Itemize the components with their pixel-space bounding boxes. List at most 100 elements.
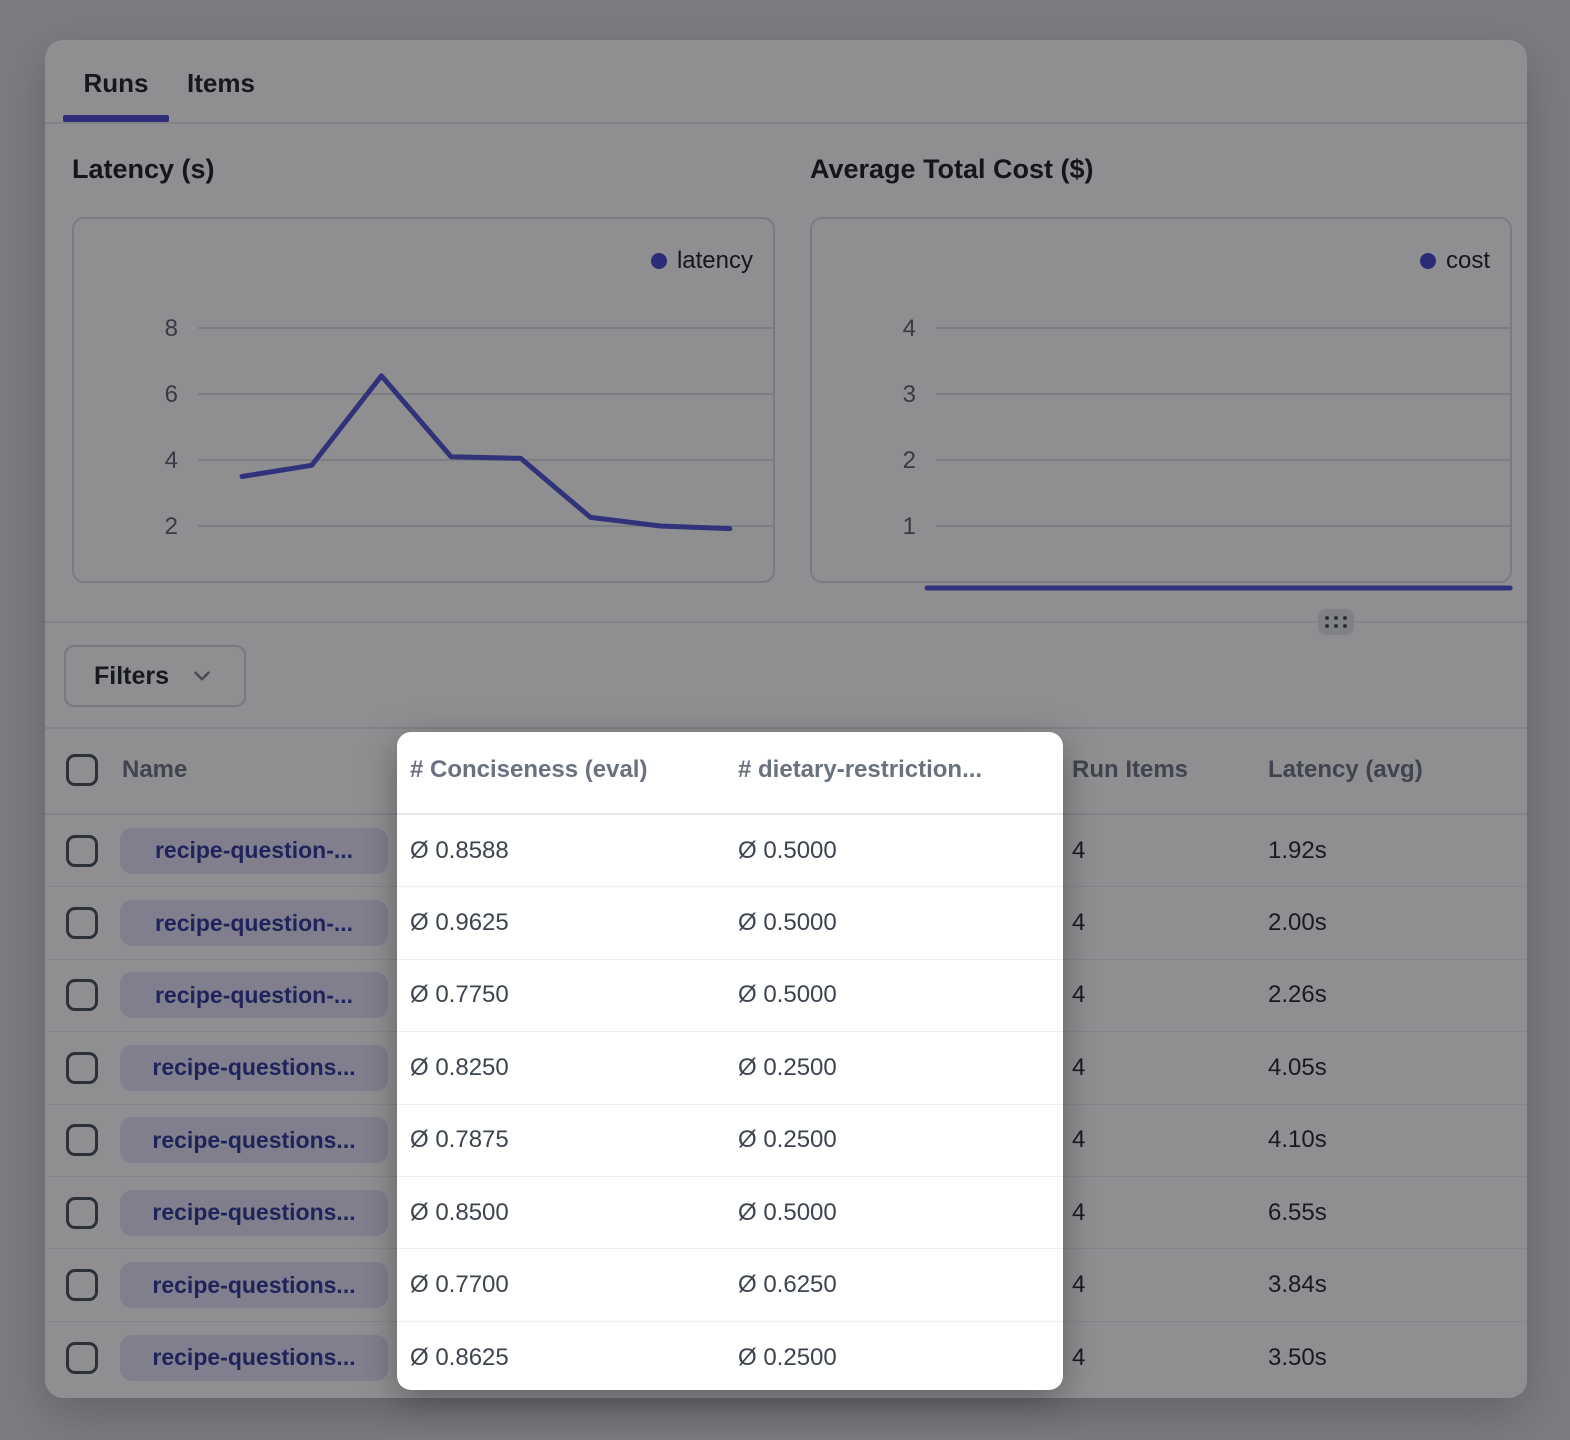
run-name-badge[interactable]: recipe-question-... xyxy=(120,900,388,946)
run-items-column-header: Run Items xyxy=(1072,756,1188,784)
row-checkbox[interactable] xyxy=(66,1342,98,1374)
filters-label: Filters xyxy=(94,662,169,691)
row-checkbox[interactable] xyxy=(66,1052,98,1084)
conciseness-value: Ø 0.9625 xyxy=(410,909,509,937)
run-name-label: recipe-questions... xyxy=(152,1054,355,1081)
cost-chart-title: Average Total Cost ($) xyxy=(810,154,1094,185)
run-items-value: 4 xyxy=(1072,1054,1085,1082)
latency-value: 2.00s xyxy=(1268,909,1327,937)
conciseness-value: Ø 0.7700 xyxy=(410,1271,509,1299)
latency-value: 6.55s xyxy=(1268,1199,1327,1227)
dietary-value: Ø 0.6250 xyxy=(738,1271,837,1299)
run-items-value: 4 xyxy=(1072,837,1085,865)
svg-text:2: 2 xyxy=(903,447,916,474)
dietary-value: Ø 0.5000 xyxy=(738,909,837,937)
run-name-badge[interactable]: recipe-questions... xyxy=(120,1190,388,1236)
conciseness-value: Ø 0.8625 xyxy=(410,1344,509,1372)
run-row[interactable]: recipe-questions... Ø 0.8625 Ø 0.2500 4 … xyxy=(45,1322,1527,1394)
dietary-value: Ø 0.5000 xyxy=(738,981,837,1009)
cost-legend-dot-icon xyxy=(1420,253,1436,269)
latency-chart-title: Latency (s) xyxy=(72,154,215,185)
row-checkbox[interactable] xyxy=(66,1124,98,1156)
conciseness-value: Ø 0.8588 xyxy=(410,837,509,865)
tab-runs[interactable]: Runs xyxy=(63,68,169,99)
run-items-value: 4 xyxy=(1072,909,1085,937)
dietary-value: Ø 0.5000 xyxy=(738,837,837,865)
chevron-down-icon xyxy=(189,663,215,689)
run-name-label: recipe-question-... xyxy=(155,910,353,937)
dietary-value: Ø 0.2500 xyxy=(738,1054,837,1082)
cost-chart-panel: 4 3 2 1 cost xyxy=(810,217,1512,583)
tab-items[interactable]: Items xyxy=(187,68,255,99)
run-name-label: recipe-questions... xyxy=(152,1127,355,1154)
run-row[interactable]: recipe-question-... Ø 0.8588 Ø 0.5000 4 … xyxy=(45,815,1527,887)
latency-value: 3.50s xyxy=(1268,1344,1327,1372)
latency-legend-dot-icon xyxy=(651,253,667,269)
page-background: { "tabs": { "runs": "Runs", "items": "It… xyxy=(0,0,1570,1440)
row-checkbox[interactable] xyxy=(66,835,98,867)
latency-column-header: Latency (avg) xyxy=(1268,756,1423,784)
tab-bar: Runs Items xyxy=(45,40,1527,124)
active-tab-indicator xyxy=(63,115,169,122)
table-body: recipe-question-... Ø 0.8588 Ø 0.5000 4 … xyxy=(45,815,1527,1394)
latency-value: 1.92s xyxy=(1268,837,1327,865)
grip-dots-icon xyxy=(1325,616,1347,628)
latency-value: 3.84s xyxy=(1268,1271,1327,1299)
latency-chart-panel: 8 6 4 2 latency xyxy=(72,217,775,583)
charts-section-divider xyxy=(45,621,1527,623)
run-row[interactable]: recipe-questions... Ø 0.8500 Ø 0.5000 4 … xyxy=(45,1177,1527,1249)
run-name-label: recipe-questions... xyxy=(152,1344,355,1371)
conciseness-value: Ø 0.8500 xyxy=(410,1199,509,1227)
row-checkbox[interactable] xyxy=(66,1269,98,1301)
conciseness-value: Ø 0.8250 xyxy=(410,1054,509,1082)
dietary-value: Ø 0.2500 xyxy=(738,1126,837,1154)
svg-text:2: 2 xyxy=(165,513,178,540)
run-items-value: 4 xyxy=(1072,1271,1085,1299)
svg-text:4: 4 xyxy=(903,315,916,342)
conciseness-value: Ø 0.7750 xyxy=(410,981,509,1009)
run-row[interactable]: recipe-questions... Ø 0.7875 Ø 0.2500 4 … xyxy=(45,1105,1527,1177)
conciseness-value: Ø 0.7875 xyxy=(410,1126,509,1154)
cost-legend-label: cost xyxy=(1446,247,1490,275)
run-row[interactable]: recipe-questions... Ø 0.8250 Ø 0.2500 4 … xyxy=(45,1032,1527,1104)
run-name-label: recipe-question-... xyxy=(155,982,353,1009)
run-name-badge[interactable]: recipe-question-... xyxy=(120,828,388,874)
run-name-label: recipe-questions... xyxy=(152,1272,355,1299)
run-name-badge[interactable]: recipe-questions... xyxy=(120,1045,388,1091)
select-all-checkbox[interactable] xyxy=(66,754,98,786)
latency-value: 4.10s xyxy=(1268,1126,1327,1154)
latency-value: 4.05s xyxy=(1268,1054,1327,1082)
latency-legend: latency xyxy=(651,247,753,275)
run-row[interactable]: recipe-questions... Ø 0.7700 Ø 0.6250 4 … xyxy=(45,1249,1527,1321)
table-header-row: Name # Conciseness (eval) # dietary-rest… xyxy=(45,727,1527,815)
row-checkbox[interactable] xyxy=(66,979,98,1011)
svg-text:8: 8 xyxy=(165,315,178,342)
run-name-badge[interactable]: recipe-question-... xyxy=(120,972,388,1018)
resize-handle[interactable] xyxy=(1318,609,1354,635)
svg-text:6: 6 xyxy=(165,381,178,408)
run-name-label: recipe-question-... xyxy=(155,837,353,864)
run-row[interactable]: recipe-question-... Ø 0.9625 Ø 0.5000 4 … xyxy=(45,887,1527,959)
filters-button[interactable]: Filters xyxy=(64,645,246,707)
run-items-value: 4 xyxy=(1072,1126,1085,1154)
dietary-value: Ø 0.5000 xyxy=(738,1199,837,1227)
svg-text:4: 4 xyxy=(165,447,178,474)
run-name-label: recipe-questions... xyxy=(152,1199,355,1226)
dietary-value: Ø 0.2500 xyxy=(738,1344,837,1372)
conciseness-column-header: # Conciseness (eval) xyxy=(410,756,647,784)
name-column-header: Name xyxy=(122,756,187,784)
row-checkbox[interactable] xyxy=(66,907,98,939)
run-name-badge[interactable]: recipe-questions... xyxy=(120,1117,388,1163)
row-checkbox[interactable] xyxy=(66,1197,98,1229)
run-name-badge[interactable]: recipe-questions... xyxy=(120,1335,388,1381)
run-items-value: 4 xyxy=(1072,1344,1085,1372)
run-items-value: 4 xyxy=(1072,1199,1085,1227)
svg-text:1: 1 xyxy=(903,513,916,540)
run-name-badge[interactable]: recipe-questions... xyxy=(120,1262,388,1308)
run-row[interactable]: recipe-question-... Ø 0.7750 Ø 0.5000 4 … xyxy=(45,960,1527,1032)
dietary-column-header: # dietary-restriction... xyxy=(738,756,982,784)
cost-legend: cost xyxy=(1420,247,1490,275)
svg-text:3: 3 xyxy=(903,381,916,408)
cost-chart: 4 3 2 1 xyxy=(812,219,1510,581)
latency-legend-label: latency xyxy=(677,247,753,275)
